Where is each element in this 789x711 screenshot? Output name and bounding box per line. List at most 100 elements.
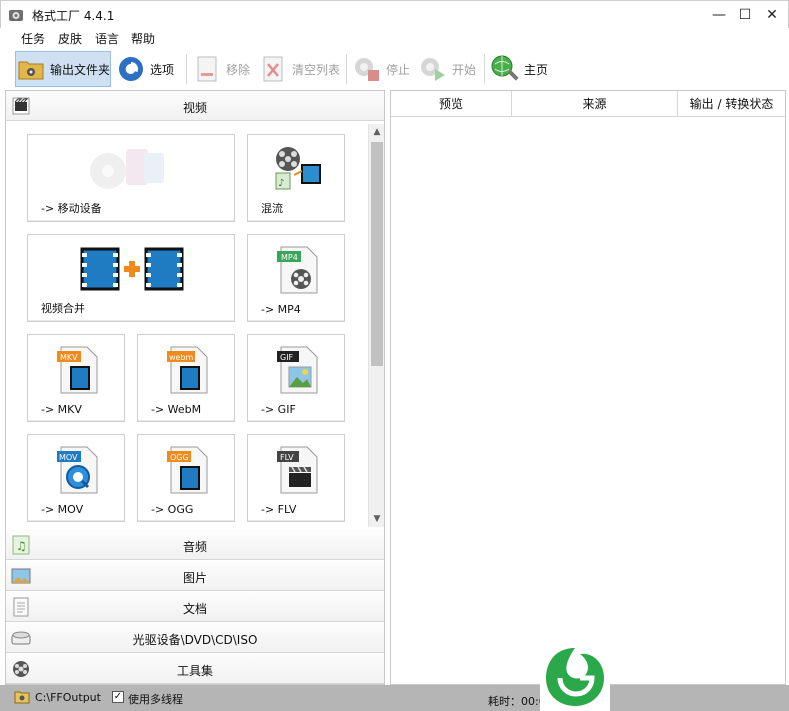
stop-button[interactable]: 停止 [352,51,412,87]
multithread-label[interactable]: 使用多线程 [128,691,183,707]
tile-mux-label: 混流 [261,202,283,215]
clear-list-button[interactable]: 清空列表 [258,51,340,87]
tile-mp4-label: -> MP4 [261,303,301,316]
home-button[interactable]: 主页 [490,51,556,87]
category-document-label: 文档 [182,602,207,616]
ogg-file-icon: OGG [167,446,208,494]
mkv-file-icon: MKV [57,346,98,394]
tile-gif-label: -> GIF [261,403,296,416]
tile-mkv[interactable]: MKV -> MKV [27,334,125,422]
svg-text:♪: ♪ [278,178,284,189]
tile-video-merge[interactable]: 视频合并 [27,234,235,322]
elapsed-time: 耗时：00:0 [488,695,546,708]
home-label: 主页 [524,62,549,77]
column-output-status[interactable]: 输出 / 转换状态 [678,91,785,117]
menu-skin[interactable]: 皮肤 [58,30,82,47]
category-document[interactable]: 文档 [6,592,384,622]
output-path[interactable]: C:\FFOutput [35,691,101,704]
clear-list-icon [258,54,288,84]
tile-mkv-label: -> MKV [41,403,82,416]
category-picture-label: 图片 [182,571,207,585]
mov-badge: MOV [59,453,78,462]
folder-icon [16,54,46,84]
tile-mov-label: -> MOV [41,503,84,516]
close-button[interactable]: ✕ [758,1,786,29]
clear-list-label: 清空列表 [292,62,341,77]
webm-file-icon: webm [167,346,208,394]
toolbar-separator [346,54,347,84]
grid-scrollbar[interactable]: ▲ ▼ [368,124,384,527]
gif-badge: GIF [280,353,294,362]
start-button[interactable]: 开始 [418,51,478,87]
remove-button[interactable]: 移除 [192,51,252,87]
webm-badge: webm [169,353,194,362]
maximize-button[interactable]: ☐ [731,1,759,29]
menu-bar: 任务 皮肤 语言 帮助 [0,28,789,48]
title-bar: 格式工厂 4.4.1 — ☐ ✕ [0,0,789,28]
category-audio[interactable]: ♫ 音频 [6,530,384,560]
tile-webm[interactable]: webm -> WebM [137,334,235,422]
status-bar: C:\FFOutput ✓ 使用多线程 耗时：00:0 [0,685,789,711]
options-gear-icon [116,54,146,84]
window-title: 格式工厂 4.4.1 [32,9,115,23]
start-label: 开始 [452,62,477,77]
tile-flv-label: -> FLV [261,503,297,516]
flv-file-icon: FLV [277,446,318,494]
ogg-badge: OGG [170,453,189,462]
tile-ogg[interactable]: OGG -> OGG [137,434,235,522]
scroll-thumb[interactable] [371,142,383,366]
minimize-button[interactable]: — [705,1,733,29]
mux-icon: ♪ [275,147,321,190]
options-label: 选项 [150,62,175,77]
tile-mux[interactable]: ♪ 混流 [247,134,345,222]
category-optical-drive[interactable]: 光驱设备\DVD\CD\ISO [6,623,384,653]
output-folder-button[interactable]: 输出文件夹 [15,51,111,87]
scroll-up-arrow-icon[interactable]: ▲ [369,124,385,140]
column-source[interactable]: 来源 [512,91,678,117]
category-tools-label: 工具集 [176,664,213,678]
task-list-panel[interactable]: 预览 来源 输出 / 转换状态 [390,90,786,685]
scroll-down-arrow-icon[interactable]: ▼ [369,511,385,527]
tile-webm-label: -> WebM [151,403,202,416]
video-tools-grid: -> 移动设备 ♪ 混流 视频合并 MP4 -> MP4 MKV -> MKV … [6,124,368,527]
toolbar: 输出文件夹 选项 移除 清空列表 停止 开始 主页 [0,48,789,90]
column-preview[interactable]: 预览 [391,91,512,117]
video-merge-icon [80,247,184,291]
category-optical-drive-label: 光驱设备\DVD\CD\ISO [132,633,258,647]
flv-badge: FLV [280,453,294,462]
leaf-logo-icon [540,640,610,711]
tile-mov[interactable]: MOV -> MOV [27,434,125,522]
app-icon [9,10,23,21]
tile-ogg-label: -> OGG [151,503,194,516]
tile-gif[interactable]: GIF -> GIF [247,334,345,422]
tile-mp4[interactable]: MP4 -> MP4 [247,234,345,322]
category-tools[interactable]: 工具集 [6,654,384,684]
category-picture[interactable]: 图片 [6,561,384,591]
tile-mobile-device[interactable]: -> 移动设备 [27,134,235,222]
category-video-label: 视频 [182,101,207,115]
toolbar-separator [484,54,485,84]
tile-flv[interactable]: FLV -> FLV [247,434,345,522]
mkv-badge: MKV [60,353,78,362]
category-video[interactable]: 视频 [6,91,384,121]
stop-label: 停止 [386,62,411,77]
menu-task[interactable]: 任务 [21,30,45,47]
mobile-device-icon [90,149,164,189]
remove-icon [192,54,222,84]
menu-help[interactable]: 帮助 [131,30,155,47]
home-globe-icon [490,54,520,84]
remove-label: 移除 [226,62,251,77]
toolbar-separator [186,54,187,84]
multithread-checkbox[interactable]: ✓ [112,691,124,703]
mov-file-icon: MOV [57,446,98,494]
output-folder-icon[interactable] [14,690,30,704]
stop-icon [352,54,382,84]
category-audio-label: 音频 [182,540,207,554]
category-panel: 视频 -> 移动设备 ♪ 混流 视频合并 MP4 -> MP4 MKV -> M… [5,90,385,685]
start-icon [418,54,448,84]
output-folder-label: 输出文件夹 [50,62,111,77]
tile-mobile-device-label: -> 移动设备 [41,202,102,215]
options-button[interactable]: 选项 [116,51,178,87]
mp4-badge: MP4 [281,253,298,262]
menu-language[interactable]: 语言 [95,30,119,47]
